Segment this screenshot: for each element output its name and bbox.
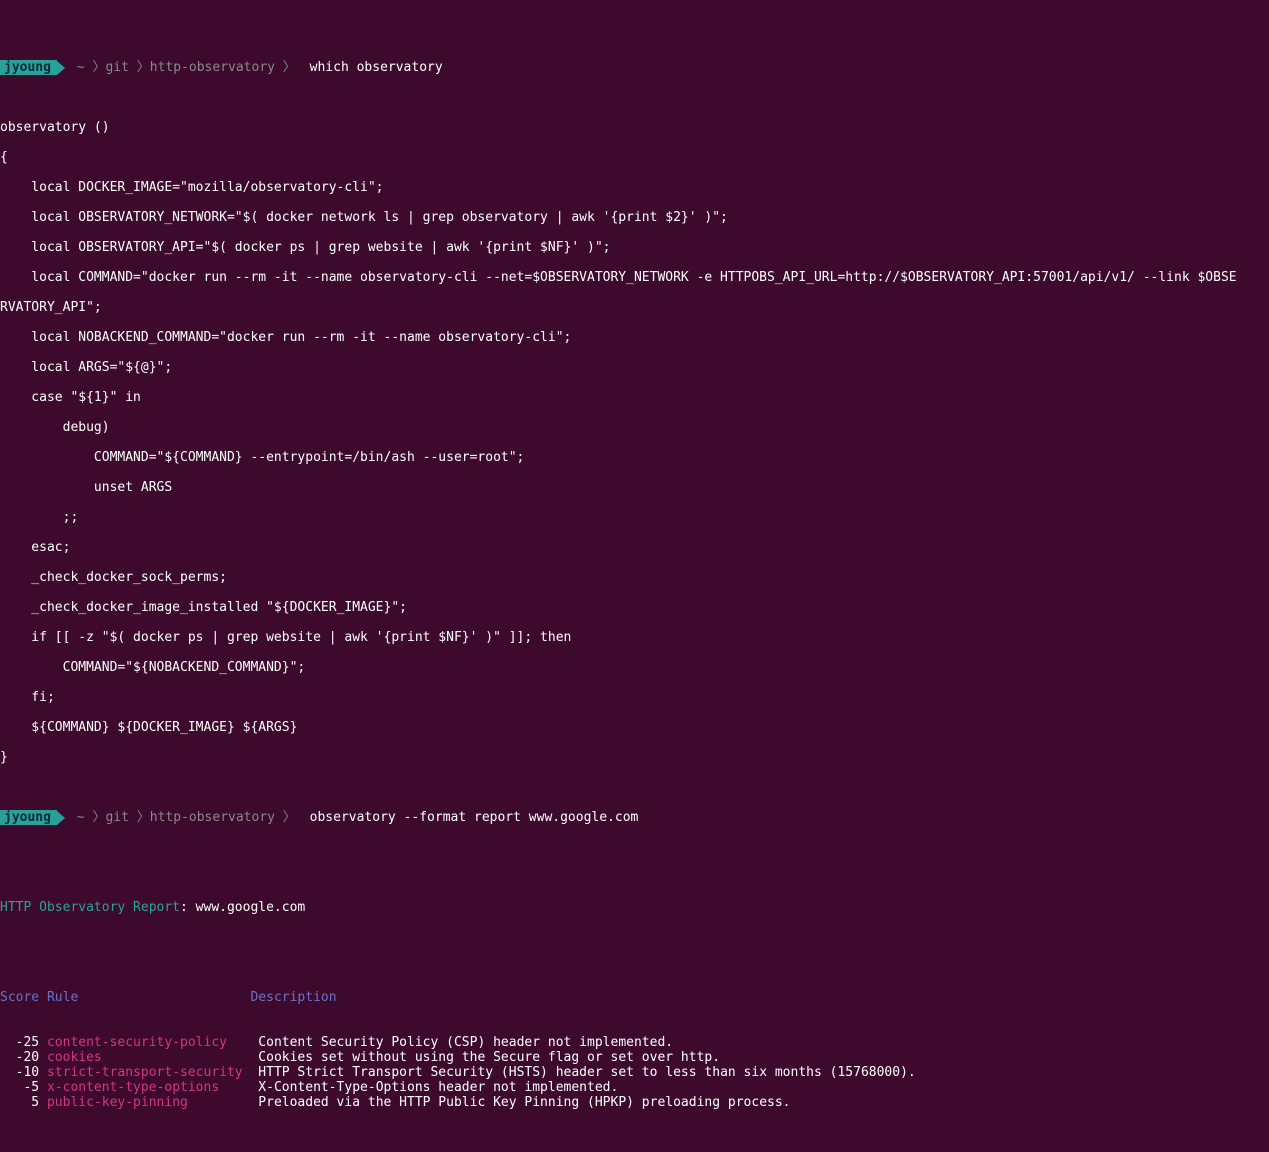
function-output: observatory () { local DOCKER_IMAGE="moz… — [0, 105, 1269, 780]
prompt-user: jyoung — [0, 810, 57, 825]
row-rule: cookies — [47, 1050, 243, 1065]
row-desc: X-Content-Type-Options header not implem… — [243, 1080, 619, 1095]
prompt-line-2[interactable]: jyoung ~ 〉git 〉http-observatory 〉 observ… — [0, 810, 1269, 825]
code-line: local DOCKER_IMAGE="mozilla/observatory-… — [0, 180, 1269, 195]
row-score: -20 — [0, 1050, 47, 1065]
table-row: -5 x-content-type-options X-Content-Type… — [0, 1080, 1269, 1095]
code-line: unset ARGS — [0, 480, 1269, 495]
blank-line — [0, 1140, 1269, 1152]
table-row: 5 public-key-pinning Preloaded via the H… — [0, 1095, 1269, 1110]
blank-line — [0, 945, 1269, 960]
code-line: local OBSERVATORY_NETWORK="$( docker net… — [0, 210, 1269, 225]
table-row: -25 content-security-policy Content Secu… — [0, 1035, 1269, 1050]
code-line: COMMAND="${NOBACKEND_COMMAND}"; — [0, 660, 1269, 675]
arrow-icon — [57, 61, 65, 75]
command-text: which observatory — [296, 60, 443, 75]
row-score: -25 — [0, 1035, 47, 1050]
code-line: local COMMAND="docker run --rm -it --nam… — [0, 270, 1269, 285]
code-line: RVATORY_API"; — [0, 300, 1269, 315]
report-title: HTTP Observatory Report — [0, 900, 180, 915]
row-score: 5 — [0, 1095, 47, 1110]
report-title-line: HTTP Observatory Report: www.google.com — [0, 900, 1269, 915]
code-line: _check_docker_image_installed "${DOCKER_… — [0, 600, 1269, 615]
table-row: -10 strict-transport-security HTTP Stric… — [0, 1065, 1269, 1080]
row-rule: content-security-policy — [47, 1035, 243, 1050]
code-line: ;; — [0, 510, 1269, 525]
row-rule: public-key-pinning — [47, 1095, 243, 1110]
row-desc: Cookies set without using the Secure fla… — [243, 1050, 720, 1065]
prompt-path: ~ 〉git 〉http-observatory 〉 — [65, 810, 296, 825]
code-line: } — [0, 750, 1269, 765]
code-line: fi; — [0, 690, 1269, 705]
code-line: _check_docker_sock_perms; — [0, 570, 1269, 585]
code-line: observatory () — [0, 120, 1269, 135]
code-line: { — [0, 150, 1269, 165]
code-line: debug) — [0, 420, 1269, 435]
table-row: -20 cookies Cookies set without using th… — [0, 1050, 1269, 1065]
prompt-user: jyoung — [0, 60, 57, 75]
code-line: esac; — [0, 540, 1269, 555]
row-score: -10 — [0, 1065, 47, 1080]
table-header: Score Rule Description — [0, 990, 1269, 1005]
arrow-icon — [57, 811, 65, 825]
hdr-rule: Rule — [39, 990, 78, 1005]
row-rule: x-content-type-options — [47, 1080, 243, 1095]
blank-line — [0, 855, 1269, 870]
hdr-score: Score — [0, 990, 39, 1005]
code-line: local NOBACKEND_COMMAND="docker run --rm… — [0, 330, 1269, 345]
prompt-path: ~ 〉git 〉http-observatory 〉 — [65, 60, 296, 75]
row-desc: Preloaded via the HTTP Public Key Pinnin… — [243, 1095, 791, 1110]
code-line: case "${1}" in — [0, 390, 1269, 405]
code-line: COMMAND="${COMMAND} --entrypoint=/bin/as… — [0, 450, 1269, 465]
code-line: ${COMMAND} ${DOCKER_IMAGE} ${ARGS} — [0, 720, 1269, 735]
code-line: local ARGS="${@}"; — [0, 360, 1269, 375]
report-host: : www.google.com — [180, 900, 305, 915]
row-score: -5 — [0, 1080, 47, 1095]
row-rule: strict-transport-security — [47, 1065, 243, 1080]
hdr-desc: Description — [250, 990, 336, 1005]
prompt-line-1[interactable]: jyoung ~ 〉git 〉http-observatory 〉 which … — [0, 60, 1269, 75]
row-desc: Content Security Policy (CSP) header not… — [243, 1035, 673, 1050]
command-text: observatory --format report www.google.c… — [296, 810, 639, 825]
code-line: if [[ -z "$( docker ps | grep website | … — [0, 630, 1269, 645]
report-rows: -25 content-security-policy Content Secu… — [0, 1035, 1269, 1110]
code-line: local OBSERVATORY_API="$( docker ps | gr… — [0, 240, 1269, 255]
row-desc: HTTP Strict Transport Security (HSTS) he… — [243, 1065, 916, 1080]
